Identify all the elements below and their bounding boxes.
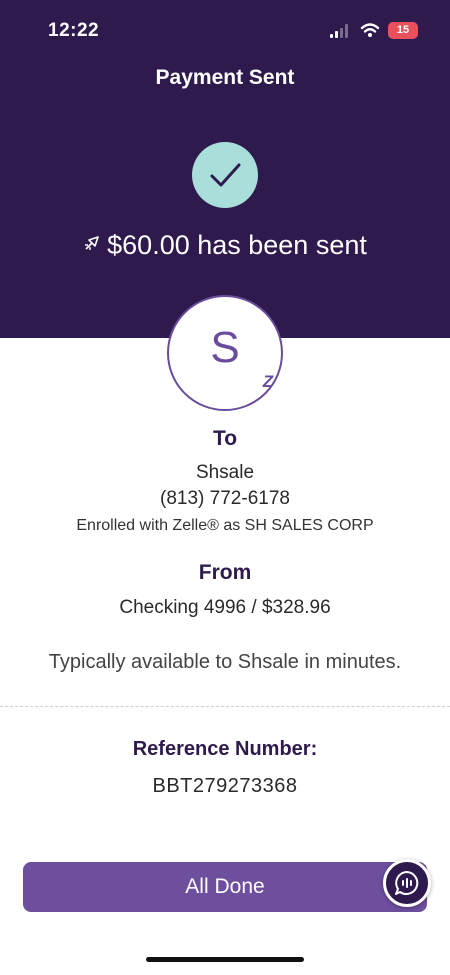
recipient-phone: (813) 772-6178 xyxy=(160,488,290,509)
home-indicator xyxy=(146,957,304,962)
page-title: Payment Sent xyxy=(155,66,295,89)
reference-number: BBT279273368 xyxy=(152,775,298,797)
avatar-letter: S xyxy=(210,323,240,372)
all-done-button[interactable]: All Done xyxy=(23,862,427,912)
sent-message: $60.00 has been sent xyxy=(107,230,367,260)
enrolled-text: Enrolled with Zelle® as SH SALES CORP xyxy=(76,517,374,534)
zelle-icon: Z xyxy=(262,372,274,391)
recipient-name: Shsale xyxy=(195,462,255,483)
rocket-icon xyxy=(85,236,99,250)
signal-icon xyxy=(330,24,348,38)
status-time: 12:22 xyxy=(48,20,100,41)
from-account: Checking 4996 / $328.96 xyxy=(119,597,331,618)
sent-message-row: $60.00 has been sent xyxy=(0,230,450,261)
battery-icon: 15 xyxy=(388,22,418,39)
all-done-label: All Done xyxy=(185,875,265,898)
wifi-icon xyxy=(360,23,380,37)
to-label: To xyxy=(212,427,238,450)
from-label: From xyxy=(198,561,252,584)
check-icon xyxy=(192,142,258,208)
divider xyxy=(0,706,450,707)
status-bar: 12:22 15 xyxy=(0,0,450,60)
availability-text: Typically available to Shsale in minutes… xyxy=(48,651,402,673)
reference-label: Reference Number: xyxy=(132,738,318,760)
chat-icon xyxy=(395,871,419,895)
avatar: S xyxy=(167,295,283,411)
chat-button[interactable] xyxy=(383,859,431,907)
battery-level: 15 xyxy=(396,24,410,36)
